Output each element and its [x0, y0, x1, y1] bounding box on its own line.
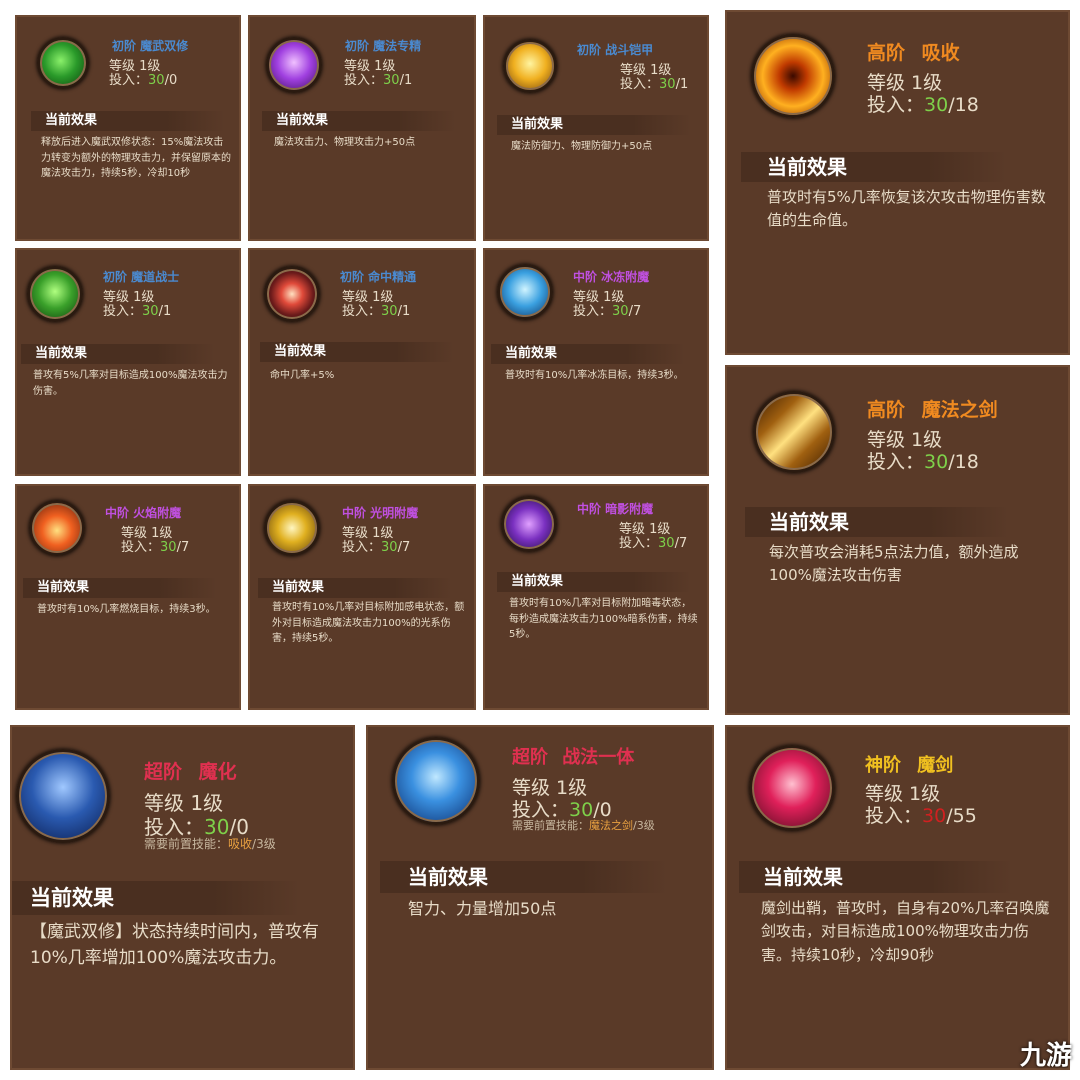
purple-totem-icon	[266, 37, 322, 93]
red-target-icon	[264, 266, 320, 322]
skill-card-5[interactable]: 初阶 魔道战士 等级 1级 投入：30/1 当前效果 普攻有5%几率对目标造成1…	[15, 248, 241, 476]
skill-tier-name: 初阶 命中精通	[340, 270, 417, 284]
dark-orb-icon	[501, 496, 557, 552]
effect-title: 当前效果	[739, 861, 1013, 893]
effect-description: 普攻时有10%几率冰冻目标，持续3秒。	[505, 370, 684, 381]
effect-description: 普攻时有10%几率对目标附加暗毒状态，每秒造成魔法攻击力100%暗系伤害，持续5…	[509, 598, 698, 640]
effect-description: 魔剑出鞘，普攻时，自身有20%几率召唤魔剑攻击，对目标造成100%物理攻击力伤害…	[761, 899, 1050, 964]
skill-investment: 投入：30/1	[620, 77, 689, 92]
skill-investment: 投入：30/55	[865, 805, 977, 827]
skill-tier-name: 初阶 魔法专精	[345, 39, 422, 53]
skill-tier-name: 初阶 魔道战士	[103, 270, 180, 284]
skill-investment: 投入：30/1	[344, 73, 413, 88]
lightning-icon	[264, 500, 320, 556]
golden-star-icon	[503, 39, 557, 93]
flame-icon	[29, 500, 85, 556]
skill-tier-name: 超阶 战法一体	[512, 747, 635, 768]
skill-card-3[interactable]: 初阶 战斗铠甲 等级 1级 投入：30/1 当前效果 魔法防御力、物理防御力+5…	[483, 15, 709, 241]
prerequisite-skill: 需要前置技能：魔法之剑/3级	[512, 819, 655, 832]
fire-vortex-icon	[751, 34, 835, 118]
green-warrior-icon	[27, 266, 83, 322]
effect-title: 当前效果	[258, 578, 452, 598]
skill-card-10[interactable]: 中阶 光明附魔 等级 1级 投入：30/7 当前效果 普攻时有10%几率对目标附…	[248, 484, 476, 710]
effect-title: 当前效果	[741, 152, 1007, 182]
skill-tier-name: 中阶 暗影附魔	[577, 502, 654, 516]
effect-title: 当前效果	[497, 572, 691, 592]
prerequisite-skill: 需要前置技能：吸收/3级	[144, 837, 276, 851]
skill-tier-name: 初阶 魔武双修	[112, 39, 189, 53]
skill-card-2[interactable]: 初阶 魔法专精 等级 1级 投入：30/1 当前效果 魔法攻击力、物理攻击力+5…	[248, 15, 476, 241]
skill-card-14[interactable]: 神阶 魔剑 等级 1级 投入：30/55 当前效果 魔剑出鞘，普攻时，自身有20…	[725, 725, 1070, 1070]
skill-tier-name: 高阶 魔法之剑	[867, 399, 998, 421]
effect-description: 每次普攻会消耗5点法力值，额外造成100%魔法攻击伤害	[769, 543, 1019, 585]
skill-tier-name: 神阶 魔剑	[865, 755, 954, 776]
effect-title: 当前效果	[745, 507, 1009, 537]
effect-description: 普攻时有5%几率恢复该次攻击物理伤害数值的生命值。	[767, 188, 1046, 230]
effect-description: 智力、力量增加50点	[408, 899, 557, 918]
skill-investment: 投入：30/0	[109, 73, 178, 88]
watermark-logo: 九游	[1019, 1041, 1072, 1071]
skill-tier-name: 初阶 战斗铠甲	[577, 43, 654, 57]
skill-card-6[interactable]: 初阶 命中精通 等级 1级 投入：30/1 当前效果 命中几率+5%	[248, 248, 476, 476]
skill-tier-name: 中阶 光明附魔	[342, 506, 419, 520]
effect-description: 命中几率+5%	[270, 370, 335, 381]
skill-tier-name: 中阶 火焰附魔	[105, 506, 182, 520]
effect-title: 当前效果	[491, 344, 685, 364]
skill-card-9[interactable]: 中阶 火焰附魔 等级 1级 投入：30/7 当前效果 普攻时有10%几率燃烧目标…	[15, 484, 241, 710]
effect-description: 【魔武双修】状态持续时间内，普攻有10%几率增加100%魔法攻击力。	[30, 922, 319, 969]
effect-description: 普攻时有10%几率对目标附加感电状态，额外对目标造成魔法攻击力100%的光系伤害…	[272, 602, 465, 644]
skill-tier-name: 中阶 冰冻附魔	[573, 270, 650, 284]
effect-title: 当前效果	[23, 578, 217, 598]
hooded-mage-icon	[16, 749, 110, 843]
skill-card-12[interactable]: 超阶 魔化 等级 1级 投入：30/0 需要前置技能：吸收/3级 当前效果 【魔…	[10, 725, 355, 1070]
skill-investment: 投入：30/7	[573, 304, 642, 319]
skill-investment: 投入：30/1	[103, 304, 172, 319]
effect-description: 魔法攻击力、物理攻击力+50点	[274, 137, 416, 148]
effect-title: 当前效果	[497, 115, 691, 135]
golden-sword-icon	[753, 391, 835, 473]
effect-title: 当前效果	[12, 881, 300, 915]
ice-crystal-icon	[497, 264, 553, 320]
blue-knight-icon	[392, 737, 480, 825]
effect-description: 释放后进入魔武双修状态：15%魔法攻击力转变为额外的物理攻击力，并保留原本的魔法…	[41, 137, 231, 179]
green-swirl-icon	[37, 37, 89, 89]
skill-card-8[interactable]: 高阶 魔法之剑 等级 1级 投入：30/18 当前效果 每次普攻会消耗5点法力值…	[725, 365, 1070, 715]
skill-card-7[interactable]: 中阶 冰冻附魔 等级 1级 投入：30/7 当前效果 普攻时有10%几率冰冻目标…	[483, 248, 709, 476]
skill-investment: 投入：30/7	[619, 536, 688, 551]
skill-tier-name: 超阶 魔化	[144, 761, 237, 783]
skill-card-4[interactable]: 高阶 吸收 等级 1级 投入：30/18 当前效果 普攻时有5%几率恢复该次攻击…	[725, 10, 1070, 355]
skill-investment: 投入：30/7	[121, 540, 190, 555]
skill-investment: 投入：30/1	[342, 304, 411, 319]
skill-tier-name: 高阶 吸收	[867, 42, 960, 64]
skill-card-13[interactable]: 超阶 战法一体 等级 1级 投入：30/0 需要前置技能：魔法之剑/3级 当前效…	[366, 725, 714, 1070]
skill-investment: 投入：30/18	[867, 451, 979, 473]
effect-description: 魔法防御力、物理防御力+50点	[511, 141, 653, 152]
effect-title: 当前效果	[262, 111, 456, 131]
skill-card-11[interactable]: 中阶 暗影附魔 等级 1级 投入：30/7 当前效果 普攻时有10%几率对目标附…	[483, 484, 709, 710]
effect-title: 当前效果	[260, 342, 454, 362]
skill-investment: 投入：30/18	[867, 94, 979, 116]
effect-description: 普攻时有10%几率燃烧目标，持续3秒。	[37, 604, 216, 615]
skill-card-1[interactable]: 初阶 魔武双修 等级 1级 投入：30/0 当前效果 释放后进入魔武双修状态：1…	[15, 15, 241, 241]
effect-title: 当前效果	[21, 344, 215, 364]
effect-title: 当前效果	[31, 111, 225, 131]
effect-description: 普攻有5%几率对目标造成100%魔法攻击力伤害。	[33, 370, 228, 397]
skill-investment: 投入：30/7	[342, 540, 411, 555]
crimson-blade-icon	[749, 745, 835, 831]
effect-title: 当前效果	[380, 861, 668, 893]
